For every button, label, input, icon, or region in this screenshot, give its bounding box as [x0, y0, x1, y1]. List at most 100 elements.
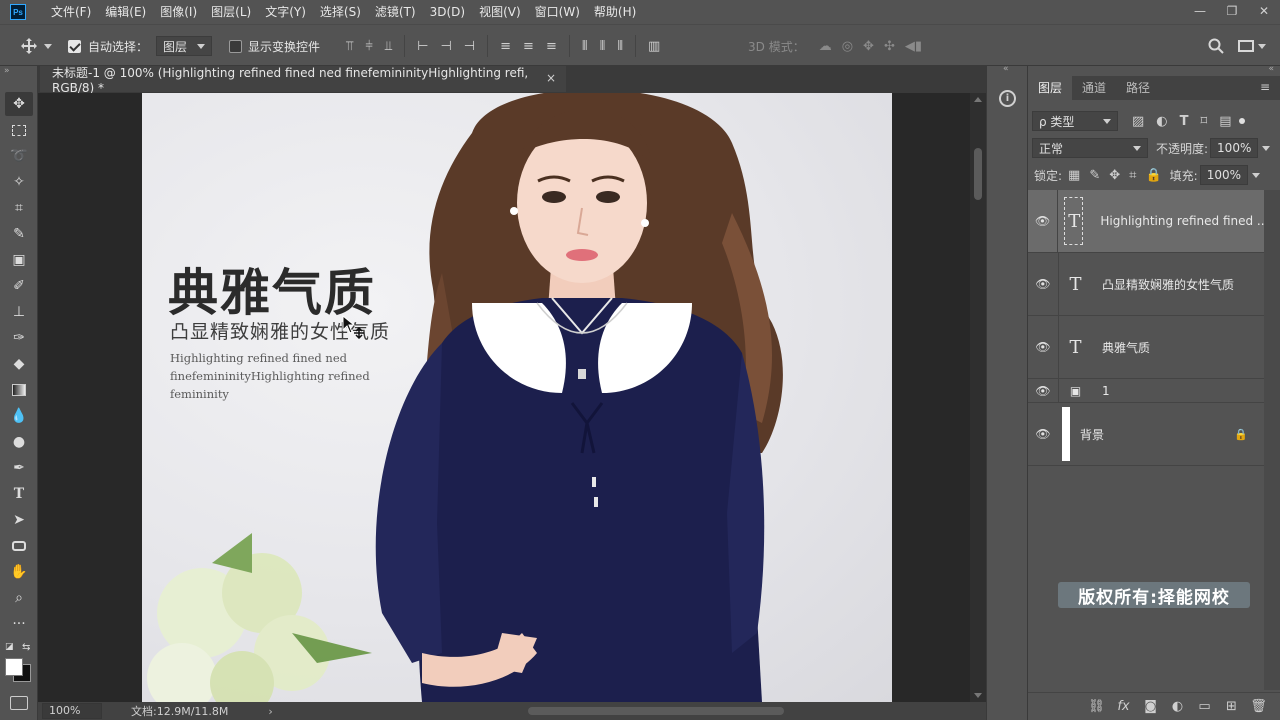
eye-icon[interactable]: 👁 — [1028, 384, 1058, 398]
layer-row[interactable]: 👁 T Highlighting refined fined ... — [1028, 190, 1264, 253]
distribute-hcenter-icon[interactable]: ⦀ — [600, 39, 606, 54]
eye-icon[interactable]: 👁 — [1028, 427, 1058, 441]
fx-icon[interactable]: fx — [1110, 699, 1137, 714]
tab-layers[interactable]: 图层 — [1028, 76, 1073, 100]
swap-colors-icon[interactable]: ⇆ — [22, 642, 30, 653]
restore-button[interactable]: ❐ — [1216, 0, 1248, 22]
auto-select-checkbox[interactable] — [68, 39, 81, 53]
zoom-tool-icon[interactable]: ⌕ — [5, 586, 33, 610]
quick-mask-icon[interactable] — [10, 696, 28, 710]
filter-kind-select[interactable]: ρ 类型 — [1032, 111, 1118, 131]
fill-field[interactable]: 100% — [1199, 165, 1248, 185]
distribute-top-icon[interactable]: ≡ — [500, 39, 511, 54]
document-tab[interactable]: 未标题-1 @ 100% (Highlighting refined fined… — [40, 66, 567, 95]
align-right-icon[interactable]: ⊣ — [464, 39, 475, 54]
pen-tool-icon[interactable]: ✒ — [5, 456, 33, 480]
menu-image[interactable]: 图像(I) — [153, 0, 204, 24]
scroll-down-icon[interactable] — [974, 693, 982, 698]
close-icon[interactable]: × — [546, 71, 556, 85]
collapse-icon[interactable]: « — [1003, 64, 1009, 74]
layer-row[interactable]: 👁 T 凸显精致娴雅的女性气质 — [1028, 253, 1264, 316]
lock-transparent-icon[interactable]: ▦ — [1068, 168, 1080, 183]
info-icon[interactable]: i — [999, 90, 1016, 107]
vertical-scrollbar[interactable] — [970, 93, 986, 702]
distribute-vcenter-icon[interactable]: ≡ — [523, 39, 534, 54]
more-tools-icon[interactable]: ··· — [5, 612, 33, 636]
collapse-icon[interactable]: » — [4, 66, 10, 76]
auto-select-target-select[interactable]: 图层 — [156, 36, 213, 56]
adjustment-filter-icon[interactable]: ◐ — [1156, 114, 1167, 129]
stamp-tool-icon[interactable]: ⊥ — [5, 300, 33, 324]
align-top-icon[interactable]: ⫪ — [346, 39, 353, 54]
link-layers-icon[interactable]: ⛓ — [1083, 699, 1110, 714]
menu-3d[interactable]: 3D(D) — [423, 0, 472, 24]
menu-help[interactable]: 帮助(H) — [587, 0, 643, 24]
layer-name[interactable]: 1 — [1102, 384, 1110, 398]
zoom-field[interactable]: 100% — [42, 703, 102, 719]
layer-name[interactable]: Highlighting refined fined ... — [1100, 214, 1264, 228]
canvas[interactable]: 典雅气质 凸显精致娴雅的女性气质 Highlighting refined fi… — [142, 93, 892, 702]
lock-position-icon[interactable]: ✥ — [1109, 168, 1120, 183]
opacity-field[interactable]: 100% — [1210, 138, 1259, 158]
new-layer-icon[interactable]: ⊞ — [1218, 699, 1245, 714]
drag-3d-icon[interactable]: ✥ — [863, 39, 874, 54]
menu-select[interactable]: 选择(S) — [313, 0, 368, 24]
gradient-tool-icon[interactable] — [5, 378, 33, 402]
search-icon[interactable] — [1208, 38, 1224, 54]
filter-toggle-icon[interactable] — [1239, 118, 1246, 124]
minimize-button[interactable]: — — [1184, 0, 1216, 22]
eye-icon[interactable]: 👁 — [1028, 277, 1058, 291]
eyedropper-tool-icon[interactable]: ✎ — [5, 222, 33, 246]
menu-layer[interactable]: 图层(L) — [204, 0, 258, 24]
distribute-right-icon[interactable]: ⦀ — [617, 39, 623, 54]
marquee-tool-icon[interactable] — [5, 118, 33, 142]
roll-3d-icon[interactable]: ◎ — [842, 39, 853, 54]
slide-3d-icon[interactable]: ✣ — [884, 39, 895, 54]
foreground-color-swatch[interactable] — [5, 658, 23, 676]
image-filter-icon[interactable]: ▨ — [1132, 114, 1144, 129]
magic-wand-tool-icon[interactable]: ✧ — [5, 170, 33, 194]
lasso-tool-icon[interactable]: ➰ — [5, 144, 33, 168]
blur-tool-icon[interactable]: 💧 — [5, 404, 33, 428]
shape-filter-icon[interactable]: ⌑ — [1201, 114, 1208, 129]
menu-edit[interactable]: 编辑(E) — [98, 0, 153, 24]
layer-name[interactable]: 典雅气质 — [1102, 339, 1150, 356]
lock-artboard-icon[interactable]: ⌗ — [1129, 168, 1136, 183]
menu-window[interactable]: 窗口(W) — [528, 0, 587, 24]
blend-mode-select[interactable]: 正常 — [1032, 138, 1148, 158]
align-hcenter-icon[interactable]: ⊣ — [440, 39, 451, 54]
layers-scrollbar[interactable] — [1264, 190, 1280, 690]
smart-object-filter-icon[interactable]: ▤ — [1219, 114, 1231, 129]
chevron-down-icon[interactable] — [1262, 145, 1271, 151]
lock-all-icon[interactable]: 🔒 — [1145, 168, 1161, 183]
close-button[interactable]: ✕ — [1248, 0, 1280, 22]
menu-file[interactable]: 文件(F) — [44, 0, 98, 24]
type-tool-icon[interactable]: T — [5, 482, 33, 506]
panel-menu-icon[interactable]: ≡ — [1260, 80, 1270, 94]
lock-pixels-icon[interactable]: ✎ — [1089, 168, 1100, 183]
menu-type[interactable]: 文字(Y) — [258, 0, 313, 24]
healing-brush-tool-icon[interactable]: ▣ — [5, 248, 33, 272]
new-group-icon[interactable]: ▭ — [1191, 699, 1218, 714]
scroll-up-icon[interactable] — [974, 97, 982, 102]
delete-layer-icon[interactable]: 🗑 — [1245, 699, 1272, 714]
dodge-tool-icon[interactable]: ● — [5, 430, 33, 454]
orbit-3d-icon[interactable]: ☁ — [819, 39, 832, 54]
menu-filter[interactable]: 滤镜(T) — [368, 0, 423, 24]
shape-tool-icon[interactable] — [5, 534, 33, 558]
status-menu-arrow[interactable]: › — [268, 705, 272, 718]
brush-tool-icon[interactable]: ✐ — [5, 274, 33, 298]
adjustment-layer-icon[interactable]: ◐ — [1164, 699, 1191, 714]
horizontal-scrollbar-thumb[interactable] — [528, 707, 784, 715]
distribute-left-icon[interactable]: ⦀ — [582, 39, 588, 54]
add-mask-icon[interactable]: ◙ — [1137, 699, 1164, 714]
layer-row[interactable]: 👁 T 典雅气质 — [1028, 316, 1264, 379]
eye-icon[interactable]: 👁 — [1028, 340, 1058, 354]
layer-row[interactable]: 👁 ▣ 1 — [1028, 379, 1264, 403]
align-vcenter-icon[interactable]: ⫩ — [365, 39, 372, 54]
align-left-icon[interactable]: ⊢ — [417, 39, 428, 54]
move-tool-icon[interactable]: ✥ — [5, 92, 33, 116]
hand-tool-icon[interactable]: ✋ — [5, 560, 33, 584]
menu-view[interactable]: 视图(V) — [472, 0, 528, 24]
tab-paths[interactable]: 路径 — [1116, 76, 1160, 100]
